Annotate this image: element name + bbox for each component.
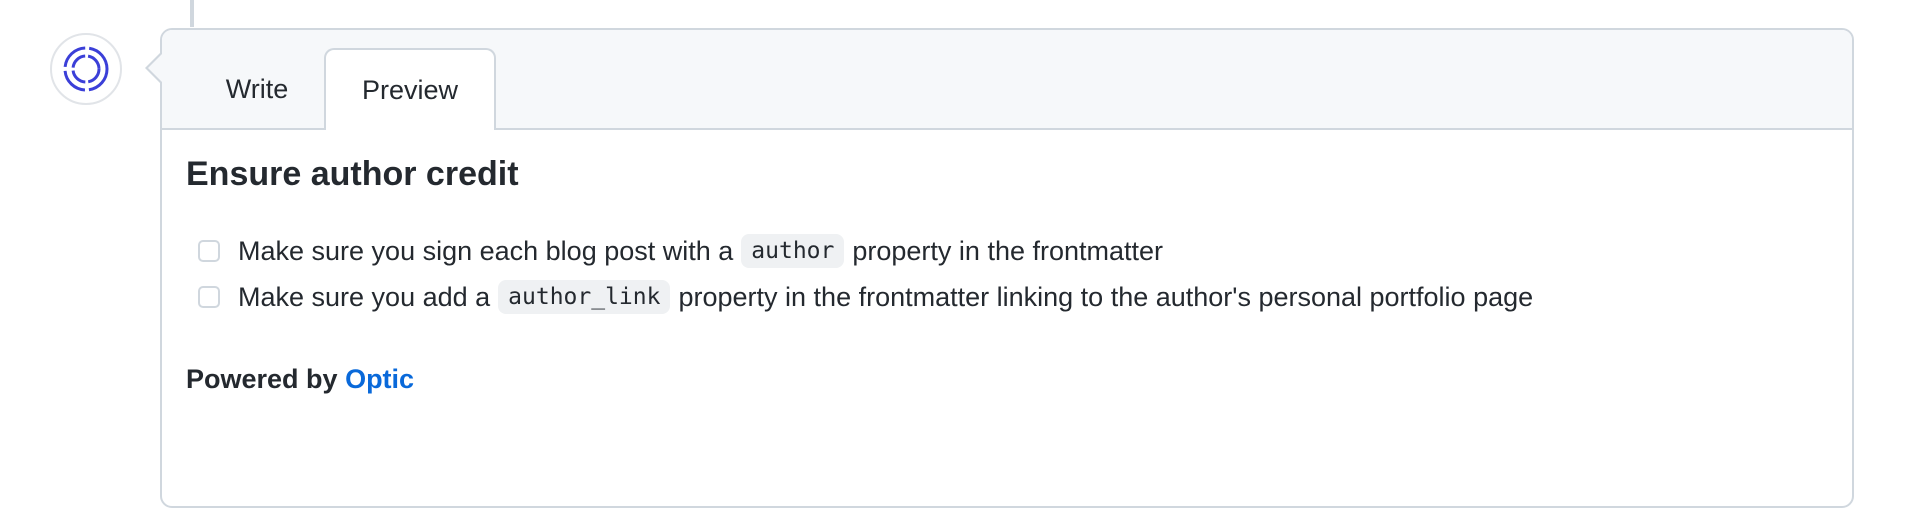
avatar[interactable]: [50, 33, 122, 105]
inline-code: author: [741, 234, 845, 268]
tab-preview[interactable]: Preview: [324, 48, 496, 130]
task-text-after: property in the frontmatter linking to t…: [678, 281, 1534, 312]
inline-code: author_link: [498, 280, 671, 314]
powered-by: Powered by Optic: [186, 364, 1828, 395]
task-list: Make sure you sign each blog post with a…: [186, 228, 1828, 320]
timeline-line: [190, 0, 194, 27]
task-item: Make sure you sign each blog post with a…: [186, 228, 1828, 274]
preview-heading: Ensure author credit: [186, 155, 519, 193]
tab-write[interactable]: Write: [182, 48, 332, 130]
task-item: Make sure you add a author_link property…: [186, 274, 1828, 320]
task-checkbox[interactable]: [198, 286, 220, 308]
optic-link[interactable]: Optic: [345, 364, 414, 394]
task-text-before: Make sure you sign each blog post with a: [238, 235, 734, 266]
comment-caret-inner: [148, 54, 162, 82]
optic-logo-icon: [63, 46, 109, 92]
powered-by-prefix: Powered by: [186, 364, 338, 394]
preview-content: Ensure author credit Make sure you sign …: [186, 150, 1828, 395]
task-text-after: property in the frontmatter: [852, 235, 1164, 266]
tab-header: Write Preview: [162, 30, 1852, 130]
task-checkbox[interactable]: [198, 240, 220, 262]
comment-box: Write Preview Ensure author credit Make …: [160, 28, 1854, 508]
task-text-before: Make sure you add a: [238, 281, 491, 312]
